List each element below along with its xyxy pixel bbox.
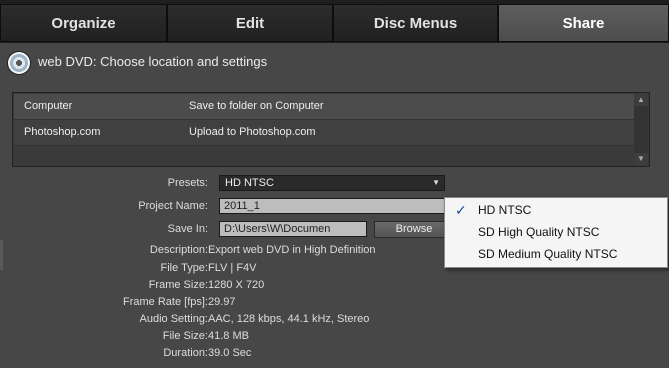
duration-value: 39.0 Sec <box>208 347 252 359</box>
frame-size-label: Frame Size: <box>148 279 208 291</box>
preset-option-label: HD NTSC <box>478 203 532 217</box>
vertical-scrollbar[interactable]: ▲ ▼ <box>634 94 648 165</box>
file-size-label: File Size: <box>162 330 208 342</box>
tab-share[interactable]: Share <box>498 4 669 42</box>
tab-bar: Organize Edit Disc Menus Share <box>0 0 669 43</box>
preset-option-label: SD Medium Quality NTSC <box>478 247 618 261</box>
save-in-label: Save In: <box>167 223 208 235</box>
preset-option-sd-medium[interactable]: SD Medium Quality NTSC <box>445 243 667 265</box>
location-action: Upload to Photoshop.com <box>189 126 316 138</box>
location-action: Save to folder on Computer <box>189 100 324 112</box>
description-label: Description: <box>149 244 208 256</box>
frame-size-value: 1280 X 720 <box>208 279 265 291</box>
chevron-down-icon: ▼ <box>432 178 440 187</box>
preset-option-hd-ntsc[interactable]: ✓ HD NTSC <box>445 199 667 221</box>
audio-setting-label: Audio Setting: <box>139 313 209 325</box>
presets-dropdown-menu: ✓ HD NTSC SD High Quality NTSC SD Medium… <box>444 197 668 268</box>
presets-label: Presets: <box>167 177 208 189</box>
tab-organize[interactable]: Organize <box>0 4 167 42</box>
browse-button[interactable]: Browse <box>374 221 454 238</box>
frame-rate-label: Frame Rate [fps]: <box>123 296 208 308</box>
presets-value: HD NTSC <box>225 177 274 189</box>
panel-edge <box>0 240 3 270</box>
preset-option-sd-high[interactable]: SD High Quality NTSC <box>445 221 667 243</box>
frame-rate-value: 29.97 <box>208 296 236 308</box>
audio-setting-value: AAC, 128 kbps, 44.1 kHz, Stereo <box>208 313 370 325</box>
disc-icon <box>8 52 30 74</box>
description-value: Export web DVD in High Definition <box>208 244 376 256</box>
checkmark-icon: ✓ <box>455 202 467 218</box>
save-in-field[interactable]: D:\Users\W\Documen <box>219 221 367 237</box>
file-type-value: FLV | F4V <box>208 262 257 274</box>
location-list: Computer Save to folder on Computer Phot… <box>12 92 650 167</box>
tab-disc-menus[interactable]: Disc Menus <box>333 4 498 42</box>
tab-edit[interactable]: Edit <box>167 4 333 42</box>
list-item[interactable]: Computer Save to folder on Computer <box>14 94 634 119</box>
page-title: web DVD: Choose location and settings <box>38 54 268 69</box>
scroll-up-icon[interactable]: ▲ <box>634 94 648 106</box>
preset-option-label: SD High Quality NTSC <box>478 225 600 239</box>
list-item[interactable]: Photoshop.com Upload to Photoshop.com <box>14 119 634 146</box>
panel-header: web DVD: Choose location and settings <box>0 44 669 82</box>
file-type-label: File Type: <box>160 262 209 274</box>
project-name-field[interactable]: 2011_1 <box>219 198 450 214</box>
project-name-label: Project Name: <box>138 200 208 212</box>
location-name: Photoshop.com <box>24 126 101 138</box>
scroll-down-icon[interactable]: ▼ <box>634 153 648 165</box>
location-name: Computer <box>24 100 73 112</box>
duration-label: Duration: <box>163 347 208 359</box>
file-size-value: 41.8 MB <box>208 330 249 342</box>
presets-select[interactable]: HD NTSC ▼ <box>219 175 445 191</box>
